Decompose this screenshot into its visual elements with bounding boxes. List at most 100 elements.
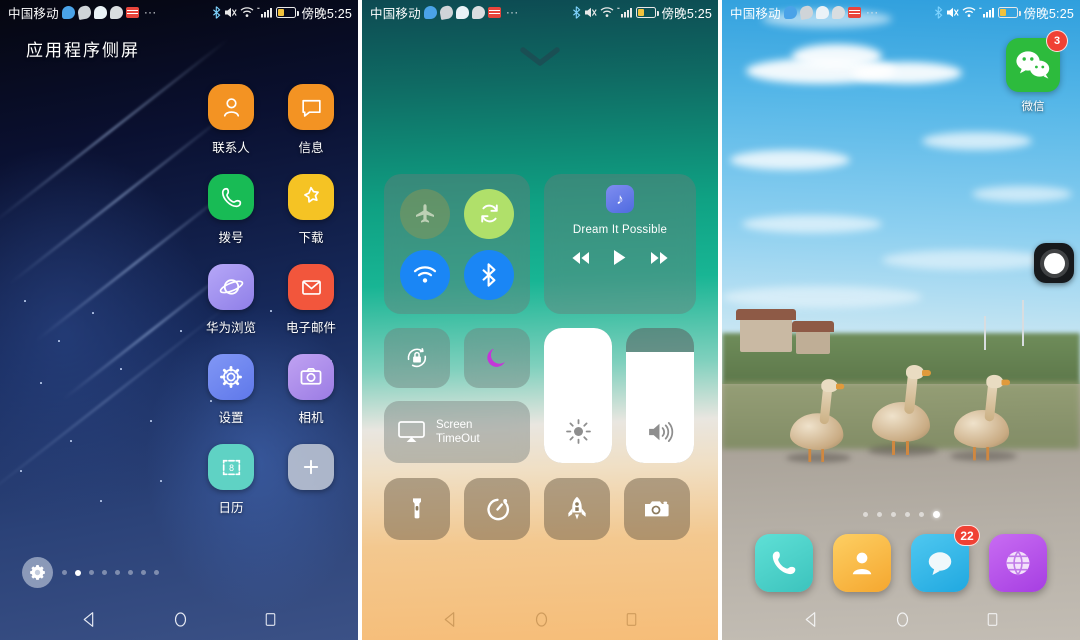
bluetooth-toggle[interactable] [464, 249, 514, 300]
music-note-icon: ♪ [606, 185, 634, 213]
dock-item-messages[interactable]: 22 [911, 525, 980, 592]
app-contacts[interactable]: 联系人 [196, 84, 266, 156]
calendar-icon[interactable]: 8 [208, 444, 254, 490]
battery-icon [998, 6, 1021, 18]
back-icon[interactable] [802, 610, 821, 629]
orientation-lock-tile[interactable] [384, 328, 450, 388]
previous-icon[interactable] [570, 250, 592, 266]
page-dot[interactable] [154, 570, 159, 575]
settings-icon[interactable] [208, 354, 254, 400]
messages-icon [928, 552, 952, 575]
back-icon[interactable] [80, 610, 99, 629]
screen-timeout-line1: Screen [436, 418, 473, 431]
page-dot[interactable] [876, 512, 882, 517]
page-indicator-dots[interactable] [62, 569, 159, 576]
app-messages[interactable]: 信息 [276, 84, 346, 156]
timer-icon [486, 498, 509, 520]
notification-badge: 3 [1046, 30, 1068, 52]
app-email[interactable]: 电子邮件 [276, 264, 346, 336]
home-icon[interactable] [893, 610, 912, 629]
dock-item-browser[interactable] [989, 534, 1047, 592]
signal-icon: ❝ [257, 7, 273, 18]
screen-timeout-tile[interactable]: Screen TimeOut [384, 401, 530, 463]
page-dot[interactable] [115, 570, 120, 575]
page-dot[interactable] [918, 512, 924, 517]
wechat-icon[interactable]: 3 [1006, 30, 1068, 92]
rotation-lock-toggle[interactable] [464, 188, 514, 239]
page-dot[interactable] [128, 570, 133, 575]
status-bar: 中国移动 ··· ❝ 傍晚5:25 [362, 0, 718, 24]
assistive-touch-button[interactable] [1034, 243, 1074, 283]
wechat-icon [438, 4, 454, 20]
message-icon [109, 5, 123, 19]
page-dot[interactable] [89, 570, 94, 575]
clock-label: 傍晚5:25 [301, 6, 352, 21]
back-icon[interactable] [441, 610, 460, 629]
three-phone-screenshot-composite: 中国移动 ··· ❝ 傍晚5:25 应用程序侧屏 联系人 信息 拨号 下载 华为… [0, 0, 1080, 640]
airplane-icon [416, 203, 434, 223]
browser-icon [1006, 551, 1030, 576]
recents-icon[interactable] [984, 610, 1001, 629]
chevron-down-icon[interactable] [518, 46, 562, 68]
gear-icon[interactable] [22, 557, 53, 588]
contacts-icon[interactable] [208, 84, 254, 130]
flashlight-shortcut[interactable] [384, 478, 450, 540]
add-icon[interactable] [288, 444, 334, 490]
small-tiles-row [384, 328, 530, 388]
airplane-mode-toggle[interactable] [400, 188, 450, 239]
email-icon[interactable] [288, 264, 334, 310]
recents-icon[interactable] [623, 610, 640, 629]
home-icon[interactable] [171, 610, 190, 629]
wechat-glyph-icon [1016, 51, 1050, 79]
app-downloads[interactable]: 下载 [276, 174, 346, 246]
do-not-disturb-tile[interactable] [464, 328, 530, 388]
home-icon[interactable] [532, 610, 551, 629]
page-indicator-dots[interactable] [722, 511, 1080, 518]
app-calendar[interactable]: 8 日历 [196, 444, 266, 516]
navigation-bar [0, 598, 358, 640]
camera-icon[interactable] [288, 354, 334, 400]
status-bar: 中国移动 ··· ❝ 傍晚5:25 [722, 0, 1080, 24]
page-dot[interactable] [102, 570, 107, 575]
messages-icon[interactable] [288, 84, 334, 130]
boost-shortcut[interactable] [544, 478, 610, 540]
page-dot-active[interactable] [75, 569, 81, 576]
app-wechat[interactable]: 3 微信 [1000, 30, 1068, 114]
flashlight-icon [413, 498, 421, 519]
page-dot[interactable] [862, 512, 868, 517]
camera-shortcut[interactable] [624, 478, 690, 540]
app-add[interactable] [276, 444, 346, 516]
app-camera[interactable]: 相机 [276, 354, 346, 426]
panel-control-center: 中国移动 ··· ❝ 傍晚5:25 ♪ Dream It Possible Sc… [362, 0, 718, 640]
contacts-icon [852, 552, 872, 575]
app-label: 设置 [218, 411, 244, 425]
page-dot[interactable] [141, 570, 146, 575]
panel-home-screen: 中国移动 ··· ❝ 傍晚5:25 3 微信 22 [722, 0, 1080, 640]
app-browser[interactable]: 华为浏览 [196, 264, 266, 336]
rocket-icon [568, 496, 586, 520]
app-settings[interactable]: 设置 [196, 354, 266, 426]
dock-item-phone[interactable] [755, 534, 813, 592]
page-dot[interactable] [904, 512, 910, 517]
next-icon[interactable] [648, 250, 670, 266]
page-dot[interactable] [890, 512, 896, 517]
timer-shortcut[interactable] [464, 478, 530, 540]
status-bar-right: ❝ 傍晚5:25 [572, 3, 712, 22]
page-dot-active[interactable] [932, 511, 940, 518]
dock-item-contacts[interactable] [833, 534, 891, 592]
recents-icon[interactable] [262, 610, 279, 629]
brightness-slider[interactable] [544, 328, 612, 463]
browser-icon[interactable] [208, 264, 254, 310]
news-icon [847, 6, 861, 18]
bluetooth-icon [213, 5, 221, 19]
dismiss-handle[interactable] [362, 46, 718, 68]
app-dialer[interactable]: 拨号 [196, 174, 266, 246]
dialer-icon[interactable] [208, 174, 254, 220]
downloads-icon[interactable] [288, 174, 334, 220]
play-icon[interactable] [611, 248, 628, 267]
page-dot[interactable] [62, 570, 67, 575]
wifi-toggle[interactable] [400, 249, 450, 300]
app-label: 信息 [298, 141, 324, 155]
volume-slider[interactable] [626, 328, 694, 463]
carrier-label: 中国移动 [8, 6, 59, 21]
